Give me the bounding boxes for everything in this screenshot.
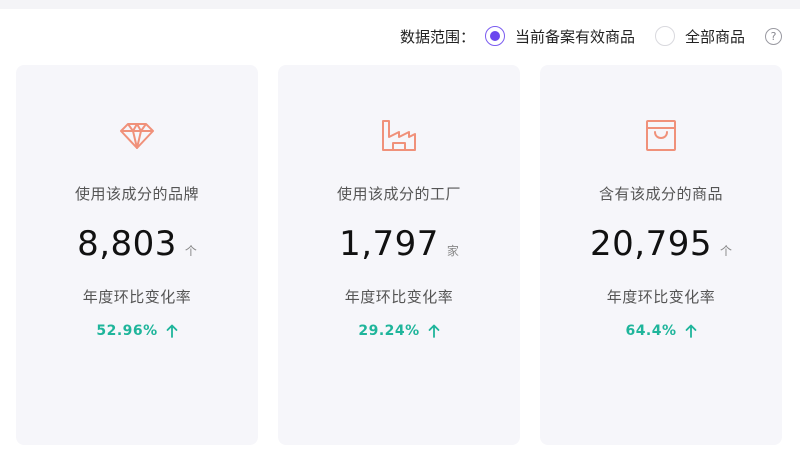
help-icon[interactable]: ?	[765, 27, 782, 45]
card-title: 含有该成分的商品	[598, 185, 723, 203]
filter-label: 数据范围：	[399, 27, 475, 46]
change-value: 29.24%	[358, 323, 420, 339]
card-value: 8,803	[77, 224, 177, 264]
radio-label: 全部商品	[684, 27, 745, 46]
radio-current-valid-products[interactable]: 当前备案有效商品	[484, 26, 635, 47]
card-value: 1,797	[339, 224, 439, 264]
radio-all-products[interactable]: 全部商品	[654, 26, 745, 47]
change-row: 64.4%	[625, 323, 696, 339]
up-arrow-icon	[428, 324, 440, 338]
value-row: 8,803 个	[77, 224, 197, 264]
diamond-icon	[120, 123, 154, 149]
stat-card-products: 含有该成分的商品 20,795 个 年度环比变化率 64.4%	[540, 65, 782, 445]
stat-card-factories: 使用该成分的工厂 1,797 家 年度环比变化率 29.24%	[278, 65, 520, 445]
card-value: 20,795	[590, 224, 712, 264]
radio-checked-icon[interactable]	[484, 26, 505, 46]
shopping-bag-icon	[646, 120, 676, 151]
up-arrow-icon	[685, 324, 696, 338]
change-label: 年度环比变化率	[82, 288, 192, 306]
value-row: 20,795 个	[590, 224, 732, 264]
card-title: 使用该成分的品牌	[74, 185, 199, 203]
top-strip	[0, 0, 800, 9]
change-label: 年度环比变化率	[344, 288, 454, 306]
change-value: 64.4%	[625, 323, 677, 339]
stat-card-brands: 使用该成分的品牌 8,803 个 年度环比变化率 52.96%	[16, 65, 258, 445]
value-row: 1,797 家	[339, 224, 459, 264]
change-row: 52.96%	[96, 323, 178, 339]
card-unit: 个	[719, 244, 732, 258]
change-value: 52.96%	[96, 323, 158, 339]
data-range-filter: 数据范围： 当前备案有效商品 全部商品 ?	[400, 24, 782, 48]
card-title: 使用该成分的工厂	[336, 185, 461, 203]
radio-unchecked-icon[interactable]	[654, 26, 675, 46]
radio-label: 当前备案有效商品	[514, 27, 635, 46]
card-unit: 家	[446, 244, 459, 258]
factory-icon	[382, 120, 416, 151]
up-arrow-icon	[166, 324, 178, 338]
change-row: 29.24%	[358, 323, 440, 339]
change-label: 年度环比变化率	[606, 288, 716, 306]
card-unit: 个	[184, 244, 197, 258]
